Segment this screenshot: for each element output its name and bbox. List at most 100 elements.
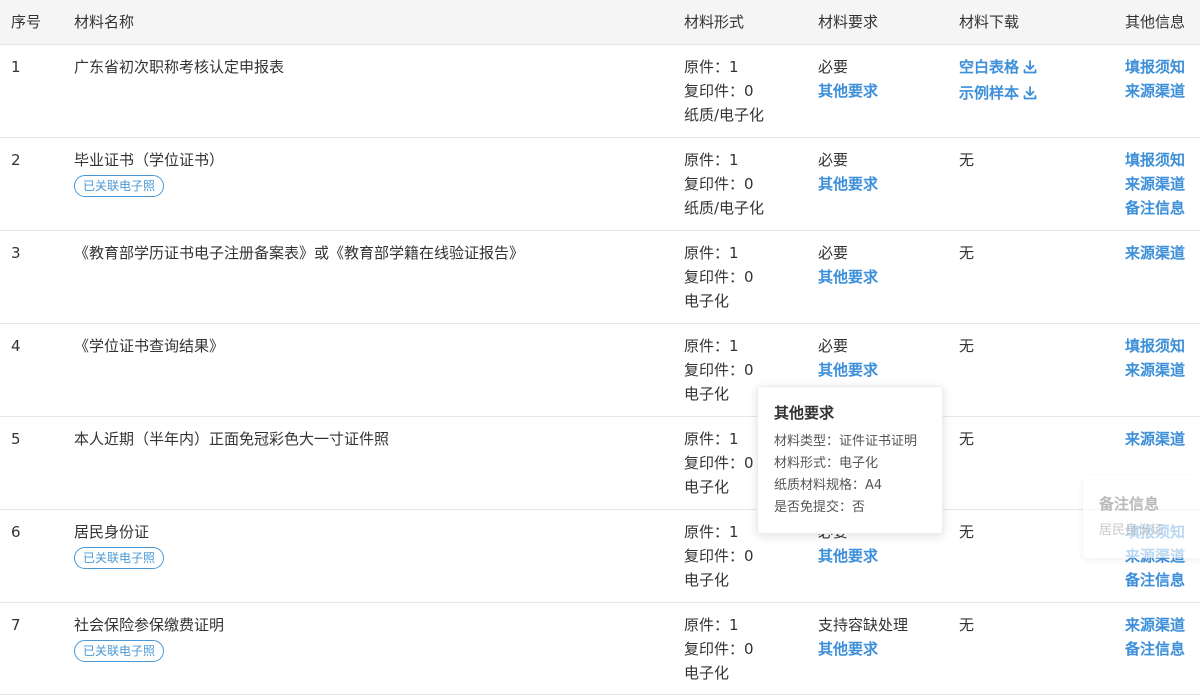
row-index: 2 — [11, 151, 21, 169]
other-info-cell: 填报须知 来源渠道 — [1125, 334, 1185, 382]
requirement-text: 支持容缺处理 — [818, 616, 909, 634]
blank-form-download-link[interactable]: 空白表格 — [959, 55, 1037, 81]
material-name-cell: 《学位证书查询结果》 — [74, 334, 224, 358]
material-name-cell: 社会保险参保缴费证明已关联电子照 — [74, 613, 224, 662]
material-name: 毕业证书（学位证书） — [74, 151, 225, 169]
other-requirements-link[interactable]: 其他要求 — [818, 172, 878, 196]
material-name: 《教育部学历证书电子注册备案表》或《教育部学籍在线验证报告》 — [74, 244, 525, 262]
material-form-cell: 原件：1 复印件：0 电子化 — [684, 520, 754, 592]
filling-instructions-link[interactable]: 填报须知 — [1125, 148, 1185, 172]
requirement-text: 必要 — [818, 244, 849, 262]
other-requirements-link[interactable]: 其他要求 — [818, 358, 878, 382]
source-channel-link[interactable]: 来源渠道 — [1125, 427, 1185, 451]
material-requirement-cell: 支持容缺处理其他要求 — [818, 613, 908, 661]
table-row: 2 毕业证书（学位证书） 已关联电子照 原件：1 复印件：0 纸质/电子化 必要 其他要求 无 填… — [0, 138, 1200, 231]
material-form-line: 纸质/电子化 — [684, 106, 765, 124]
other-info-cell: 来源渠道 备注信息 — [1125, 613, 1185, 661]
material-form-line: 复印件：0 — [684, 82, 754, 100]
popover-title: 其他要求 — [774, 404, 835, 422]
source-channel-link[interactable]: 来源渠道 — [1125, 79, 1185, 103]
material-form-cell: 原件：1 复印件：0 电子化 — [684, 613, 754, 685]
faded-card-line: 居民身份证 — [1099, 523, 1165, 538]
header-form: 材料形式 — [684, 13, 745, 31]
download-none: 无 — [959, 337, 975, 355]
popover-line: 材料形式：电子化 — [774, 456, 879, 471]
material-form-line: 电子化 — [684, 571, 730, 589]
other-info-cell: 填报须知来源渠道备注信息 — [1125, 148, 1185, 220]
header-name: 材料名称 — [74, 13, 135, 31]
material-form-line: 复印件：0 — [684, 268, 754, 286]
material-form-line: 原件：1 — [684, 430, 739, 448]
material-form-line: 复印件：0 — [684, 640, 754, 658]
table-body: 1 广东省初次职称考核认定申报表 原件：1 复印件：0 纸质/电子化 必要 其他要求 空白表格… — [0, 45, 1200, 695]
header-requirement: 材料要求 — [818, 13, 879, 31]
table-row: 1 广东省初次职称考核认定申报表 原件：1 复印件：0 纸质/电子化 必要其他要求 空白表格… — [0, 45, 1200, 138]
material-name-cell: 本人近期（半年内）正面免冠彩色大一寸证件照 — [74, 427, 389, 451]
source-channel-link[interactable]: 来源渠道 — [1125, 358, 1185, 382]
header-download: 材料下载 — [959, 13, 1020, 31]
material-name-cell: 《教育部学历证书电子注册备案表》或《教育部学籍在线验证报告》 — [74, 241, 524, 265]
requirement-text: 必要 — [818, 58, 849, 76]
material-download-cell: 无 — [959, 427, 974, 451]
e-license-badge[interactable]: 已关联电子照 — [74, 175, 165, 197]
material-requirement-cell: 必要其他要求 — [818, 334, 878, 382]
material-form-line: 原件：1 — [684, 244, 739, 262]
other-info-cell: 来源渠道 — [1125, 427, 1185, 451]
material-name: 社会保险参保缴费证明 — [74, 616, 225, 634]
material-form-line: 原件：1 — [684, 58, 739, 76]
faded-card-title: 备注信息 — [1099, 495, 1160, 513]
sample-download-link[interactable]: 示例样本 — [959, 81, 1037, 107]
table-row: 7 社会保险参保缴费证明 已关联电子照 原件：1 复印件：0 电子化 支持容缺处理 其他要求 无… — [0, 603, 1200, 695]
material-form-line: 电子化 — [684, 292, 730, 310]
material-form-line: 原件：1 — [684, 337, 739, 355]
other-requirements-link[interactable]: 其他要求 — [818, 637, 908, 661]
material-form-line: 复印件：0 — [684, 175, 754, 193]
material-form-line: 复印件：0 — [684, 454, 754, 472]
row-index: 6 — [11, 523, 21, 541]
material-name: 本人近期（半年内）正面免冠彩色大一寸证件照 — [74, 430, 390, 448]
material-requirement-cell: 必要其他要求 — [818, 148, 878, 196]
material-form-cell: 原件：1 复印件：0 纸质/电子化 — [684, 148, 764, 220]
other-requirements-link[interactable]: 其他要求 — [818, 544, 878, 568]
source-channel-link[interactable]: 来源渠道 — [1125, 613, 1185, 637]
material-form-line: 电子化 — [684, 664, 730, 682]
material-name: 居民身份证 — [74, 523, 150, 541]
other-requirements-link[interactable]: 其他要求 — [818, 79, 878, 103]
source-channel-link[interactable]: 来源渠道 — [1125, 172, 1185, 196]
remarks-link[interactable]: 备注信息 — [1125, 568, 1185, 592]
material-form-cell: 原件：1 复印件：0 电子化 — [684, 334, 754, 406]
source-channel-link[interactable]: 来源渠道 — [1125, 241, 1185, 265]
header-other: 其他信息 — [1125, 13, 1186, 31]
e-license-badge[interactable]: 已关联电子照 — [74, 640, 165, 662]
filling-instructions-link[interactable]: 填报须知 — [1125, 334, 1185, 358]
download-none: 无 — [959, 616, 975, 634]
material-name: 《学位证书查询结果》 — [74, 337, 225, 355]
material-download-cell: 无 — [959, 241, 974, 265]
remarks-link[interactable]: 备注信息 — [1125, 196, 1185, 220]
material-form-cell: 原件：1 复印件：0 纸质/电子化 — [684, 55, 764, 127]
download-none: 无 — [959, 430, 975, 448]
table-row: 6居民身份证已关联电子照原件：1复印件：0电子化必要其他要求无填报须知来源渠道备… — [0, 510, 1200, 603]
filling-instructions-link[interactable]: 填报须知 — [1125, 55, 1185, 79]
other-requirements-link[interactable]: 其他要求 — [818, 265, 878, 289]
material-form-line: 电子化 — [684, 385, 730, 403]
material-form-line: 原件：1 — [684, 523, 739, 541]
download-none: 无 — [959, 151, 975, 169]
row-index: 1 — [11, 58, 21, 76]
download-none: 无 — [959, 523, 975, 541]
material-form-cell: 原件：1 复印件：0 电子化 — [684, 427, 754, 499]
material-requirement-cell: 必要其他要求 — [818, 241, 878, 289]
material-name-cell: 广东省初次职称考核认定申报表 — [74, 55, 284, 79]
other-info-cell: 来源渠道 — [1125, 241, 1185, 265]
material-name: 广东省初次职称考核认定申报表 — [74, 58, 285, 76]
row-index: 5 — [11, 430, 21, 448]
material-download-cell: 无 — [959, 334, 974, 358]
requirement-text: 必要 — [818, 337, 849, 355]
material-form-line: 复印件：0 — [684, 547, 754, 565]
e-license-badge[interactable]: 已关联电子照 — [74, 547, 165, 569]
material-download-cell: 无 — [959, 148, 974, 172]
remarks-link[interactable]: 备注信息 — [1125, 637, 1185, 661]
material-form-line: 原件：1 — [684, 151, 739, 169]
table-row: 5本人近期（半年内）正面免冠彩色大一寸证件照原件：1复印件：0电子化必要其他要求… — [0, 417, 1200, 510]
download-link-label: 空白表格 — [959, 58, 1020, 76]
